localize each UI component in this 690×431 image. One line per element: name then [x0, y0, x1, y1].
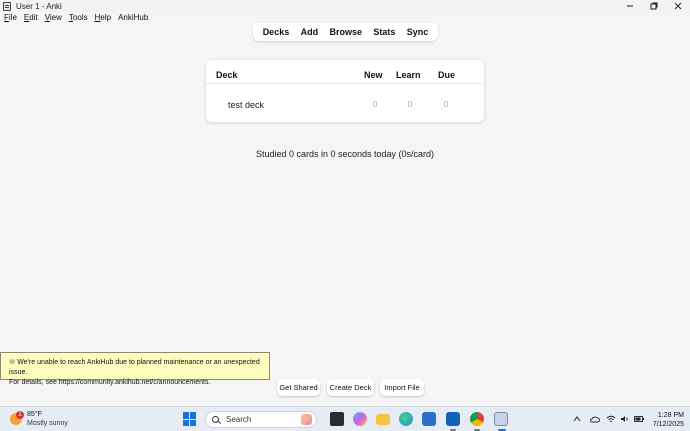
menu-bar: File Edit View Tools Help AnkiHub [0, 12, 690, 23]
menu-ankihub[interactable]: AnkiHub [118, 13, 148, 22]
window-title: User 1 - Anki [16, 1, 62, 11]
ankihub-notice: ♾ We're unable to reach AnkiHub due to p… [0, 352, 270, 386]
wifi-icon[interactable] [606, 415, 616, 423]
clock-date: 7/12/2025 [652, 421, 684, 428]
deck-due-count: 0 [443, 100, 449, 109]
copilot-icon[interactable] [353, 412, 367, 426]
menu-view-label: iew [49, 13, 62, 22]
menu-file-label: ile [8, 13, 17, 22]
menu-edit[interactable]: Edit [24, 13, 38, 22]
anki-taskbar-icon[interactable] [494, 412, 508, 426]
deck-new-count: 0 [372, 100, 378, 109]
volume-icon[interactable] [620, 415, 630, 423]
restore-button[interactable] [642, 0, 666, 12]
taskbar-search[interactable]: Search [205, 411, 317, 428]
anki-app-icon [3, 1, 11, 11]
store-icon[interactable] [422, 412, 436, 426]
windows-logo-icon [183, 412, 189, 419]
header-new: New [364, 70, 383, 80]
windows-taskbar: 1 85°F Mostly sunny Search 1:28 PM 7/12/… [0, 406, 690, 431]
toolbar-browse[interactable]: Browse [329, 27, 362, 37]
search-icon [212, 416, 219, 423]
main-toolbar: Decks Add Browse Stats Sync [253, 23, 438, 41]
restore-icon [650, 2, 658, 10]
notice-line-1: ♾ We're unable to reach AnkiHub due to p… [9, 359, 260, 376]
minimize-button[interactable] [618, 0, 642, 12]
folder-icon[interactable] [376, 414, 390, 425]
deck-row[interactable]: test deck 0 0 0 [206, 96, 484, 112]
search-placeholder: Search [226, 415, 252, 424]
header-due: Due [438, 70, 456, 80]
header-deck: Deck [216, 70, 238, 80]
create-deck-button[interactable]: Create Deck [327, 379, 374, 396]
chrome-icon[interactable] [470, 412, 484, 426]
toolbar-stats[interactable]: Stats [373, 27, 395, 37]
weather-badge: 1 [16, 411, 24, 419]
deck-table-header: Deck New Learn Due [206, 60, 484, 84]
cloud-icon[interactable] [590, 415, 600, 423]
file-explorer-dark-icon[interactable] [330, 412, 344, 426]
system-clock[interactable]: 1:28 PM 7/12/2025 [650, 411, 684, 429]
close-button[interactable] [666, 0, 690, 12]
menu-help[interactable]: Help [95, 13, 111, 22]
edge-icon[interactable] [399, 412, 413, 426]
notice-line-2: For details, see https://community.ankih… [9, 379, 211, 386]
battery-icon[interactable] [634, 415, 644, 423]
menu-view[interactable]: View [45, 13, 62, 22]
search-highlight-icon [301, 414, 312, 425]
window-controls [618, 0, 690, 12]
studied-summary: Studied 0 cards in 0 seconds today (0s/c… [255, 149, 435, 159]
toolbar-sync[interactable]: Sync [407, 27, 429, 37]
minimize-icon [627, 5, 633, 7]
header-learn: Learn [396, 70, 421, 80]
import-file-button[interactable]: Import File [380, 379, 424, 396]
deck-name-link[interactable]: test deck [228, 100, 264, 110]
chevron-up-icon[interactable] [573, 415, 581, 423]
weather-temperature: 85°F [27, 411, 42, 418]
deck-list-card: Deck New Learn Due test deck 0 0 0 [206, 60, 484, 122]
get-shared-button[interactable]: Get Shared [277, 379, 320, 396]
start-button[interactable] [183, 412, 197, 426]
title-bar: User 1 - Anki [0, 0, 690, 12]
toolbar-add[interactable]: Add [301, 27, 319, 37]
menu-ankihub-label: AnkiHub [118, 13, 149, 22]
menu-edit-label: dit [29, 13, 38, 22]
outlook-icon[interactable] [446, 412, 460, 426]
weather-condition: Mostly sunny [27, 420, 68, 427]
menu-help-label: elp [100, 13, 112, 22]
deck-learn-count: 0 [407, 100, 413, 109]
clock-time: 1:28 PM [657, 412, 684, 419]
close-icon [674, 2, 682, 10]
toolbar-decks[interactable]: Decks [263, 27, 290, 37]
menu-tools-label: ools [72, 13, 88, 22]
menu-tools[interactable]: Tools [69, 13, 88, 22]
menu-file[interactable]: File [4, 13, 17, 22]
